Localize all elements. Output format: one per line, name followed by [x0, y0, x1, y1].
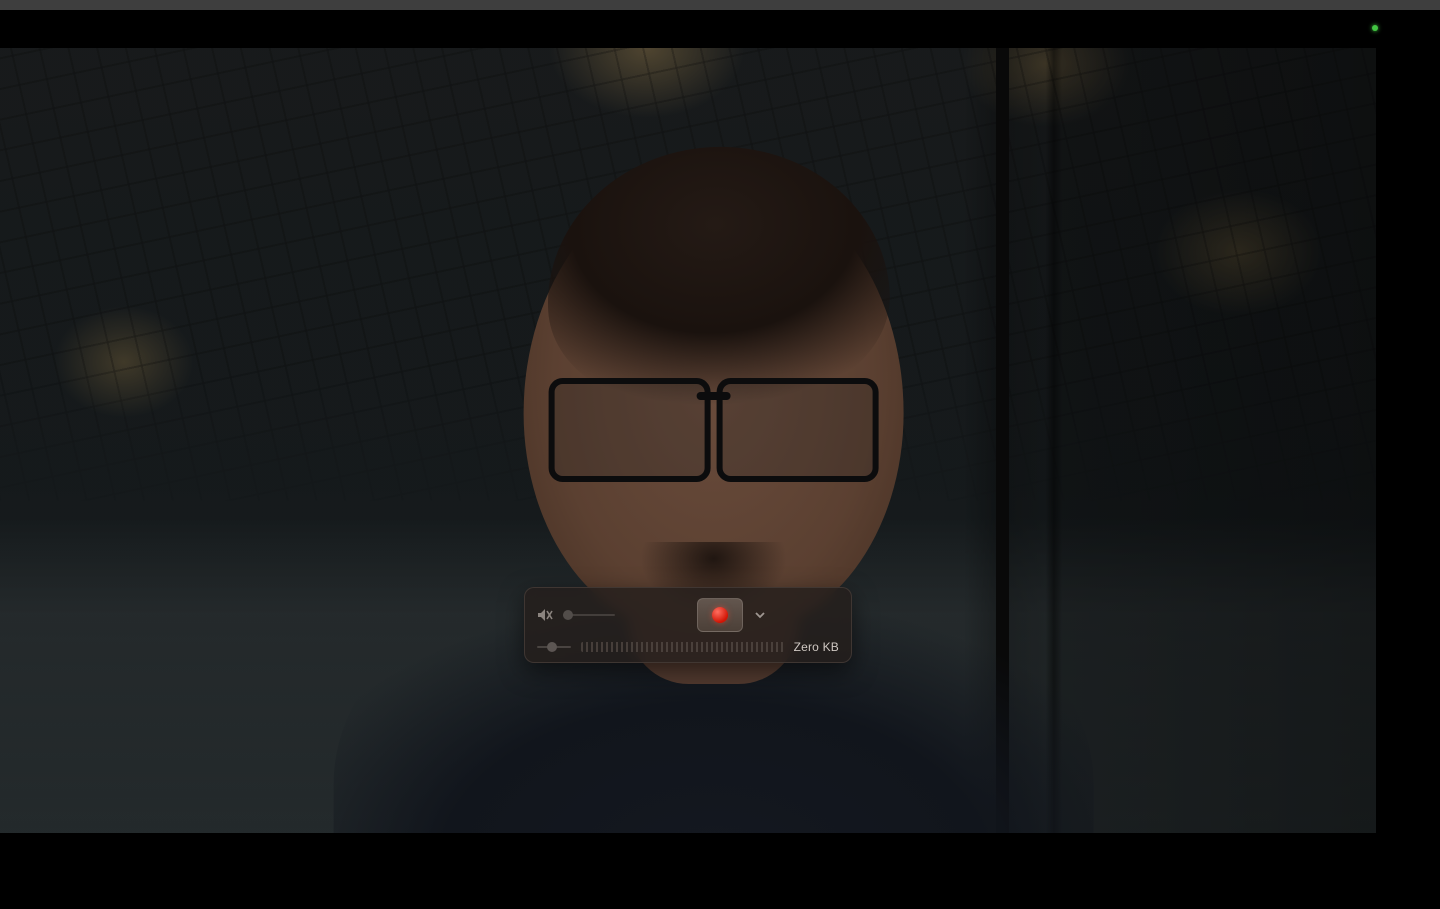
window-body: Zero KB: [0, 10, 1440, 909]
mic-level-slider[interactable]: [537, 640, 571, 654]
record-button[interactable]: [697, 598, 743, 632]
recording-controls-bottom-row: Zero KB: [537, 640, 839, 654]
record-icon: [712, 607, 728, 623]
app-window: Zero KB: [0, 0, 1440, 909]
camera-preview: Zero KB: [0, 48, 1376, 833]
recording-controls-top-row: [537, 598, 839, 632]
volume-muted-icon[interactable]: [537, 608, 553, 622]
camera-led-indicator: [1372, 25, 1378, 31]
preview-subject: [394, 144, 1034, 833]
options-dropdown-button[interactable]: [753, 608, 767, 622]
audio-level-meter: [581, 642, 784, 652]
titlebar[interactable]: [0, 0, 1440, 10]
volume-slider[interactable]: [563, 608, 615, 622]
file-size-label: Zero KB: [794, 640, 839, 654]
recording-controls: Zero KB: [524, 587, 852, 663]
